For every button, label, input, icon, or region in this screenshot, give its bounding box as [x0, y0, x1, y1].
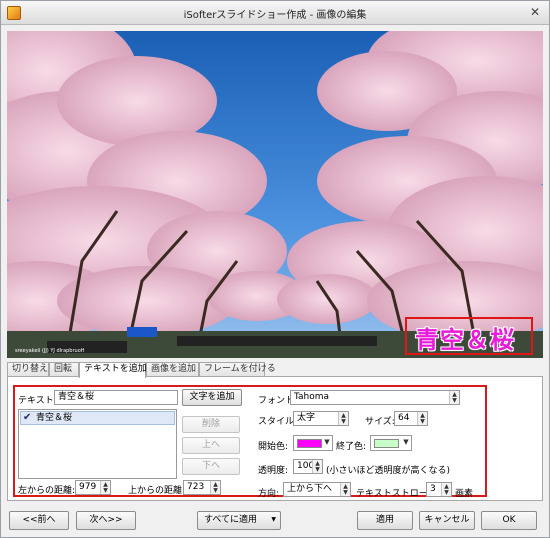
tab-transition[interactable]: 切り替え [7, 362, 49, 377]
overlay-text[interactable]: 青空＆桜 [415, 320, 515, 355]
stroke-input[interactable]: 3 ▲ ▼ [426, 482, 452, 497]
start-color-label: 開始色: [258, 442, 289, 452]
top-distance-label: 上からの距離: [128, 486, 186, 496]
next-button[interactable]: 次へ>> [76, 511, 136, 530]
image-preview: 青空＆桜 sreeyakeli (JJ) YJ dlrapbruoH [7, 31, 543, 358]
opacity-input[interactable]: 100 ▲ ▼ [293, 459, 323, 474]
prev-button[interactable]: <<前へ [9, 511, 69, 530]
left-distance-input[interactable]: 979 ▲ ▼ [75, 480, 111, 495]
start-color-swatch [297, 439, 322, 448]
size-spinner[interactable]: ▲ ▼ [417, 412, 427, 425]
delete-button[interactable]: 削除 [182, 416, 240, 433]
end-color-label: 終了色: [336, 442, 367, 452]
cancel-button[interactable]: キャンセル [419, 511, 475, 530]
stroke-unit: 画素 [455, 489, 474, 499]
opacity-hint: (小さいほど透明度が高くなる) [326, 466, 451, 476]
font-select-arrow[interactable]: ▲ ▼ [449, 391, 459, 404]
text-overlay-frame[interactable]: 青空＆桜 [405, 317, 533, 355]
chevron-down-icon: ▼ [324, 438, 330, 446]
left-distance-spinner[interactable]: ▲ ▼ [100, 481, 110, 494]
tab-add-frame[interactable]: フレームを付ける [199, 362, 276, 377]
style-value: 太字 [297, 413, 316, 423]
check-icon[interactable]: ✔ [23, 412, 33, 424]
text-input[interactable]: 青空＆桜 [54, 390, 178, 405]
left-distance-value: 979 [79, 482, 97, 492]
ok-button[interactable]: OK [481, 511, 537, 530]
left-distance-label: 左からの距離: [18, 486, 76, 496]
font-select[interactable]: Tahoma ▲ ▼ [290, 390, 460, 405]
apply-button[interactable]: 適用 [357, 511, 413, 530]
opacity-spinner[interactable]: ▲ ▼ [312, 460, 322, 473]
title-bar[interactable]: iSofterスライドショー作成 - 画像の編集 ✕ [1, 1, 549, 25]
opacity-label: 透明度: [258, 466, 289, 476]
text-label: テキスト: [18, 396, 57, 406]
direction-value: 上から下へ [287, 484, 333, 494]
end-color-picker[interactable]: ▼ [370, 435, 412, 451]
tab-add-image[interactable]: 画像を追加 [146, 362, 199, 377]
close-button[interactable]: ✕ [527, 5, 543, 20]
top-distance-spinner[interactable]: ▲ ▼ [210, 481, 220, 494]
direction-label: 方向: [258, 489, 280, 499]
watermark-text: sreeyakeli (JJ) YJ dlrapbruoH [15, 348, 85, 354]
size-input[interactable]: 64 ▲ ▼ [394, 411, 428, 426]
start-color-picker[interactable]: ▼ [293, 435, 333, 451]
stroke-value: 3 [430, 484, 436, 494]
style-select-arrow[interactable]: ▲ ▼ [338, 412, 348, 425]
edit-image-window: iSofterスライドショー作成 - 画像の編集 ✕ 青空＆桜 sreeyake… [0, 0, 550, 538]
end-color-swatch [374, 439, 399, 448]
stroke-spinner[interactable]: ▲ ▼ [441, 483, 451, 496]
chevron-down-icon: ▼ [271, 516, 276, 523]
tab-add-text[interactable]: テキストを追加 [79, 362, 147, 378]
tab-rotate[interactable]: 回転 [49, 362, 79, 377]
chevron-down-icon: ▼ [403, 438, 409, 446]
add-text-button[interactable]: 文字を追加 [182, 389, 242, 406]
direction-select[interactable]: 上から下へ ▲ ▼ [283, 482, 351, 497]
direction-select-arrow[interactable]: ▲ ▼ [340, 483, 350, 496]
cherry-blossom-photo [7, 31, 543, 358]
style-label: スタイル: [258, 417, 298, 427]
text-list[interactable]: ✔ 青空＆桜 [18, 409, 177, 479]
apply-all-button[interactable]: すべてに適用 ▼ [197, 511, 281, 530]
list-item-label: 青空＆桜 [36, 413, 73, 423]
apply-all-label: すべてに適用 [204, 515, 258, 525]
move-up-button[interactable]: 上へ [182, 437, 240, 454]
top-distance-input[interactable]: 723 ▲ ▼ [183, 480, 221, 495]
move-down-button[interactable]: 下へ [182, 458, 240, 475]
style-select[interactable]: 太字 ▲ ▼ [293, 411, 349, 426]
font-value: Tahoma [294, 392, 330, 402]
top-distance-value: 723 [187, 482, 205, 492]
list-item[interactable]: ✔ 青空＆桜 [20, 411, 175, 425]
window-title: iSofterスライドショー作成 - 画像の編集 [183, 10, 367, 21]
size-value: 64 [398, 413, 410, 423]
size-label: サイズ: [365, 417, 395, 427]
